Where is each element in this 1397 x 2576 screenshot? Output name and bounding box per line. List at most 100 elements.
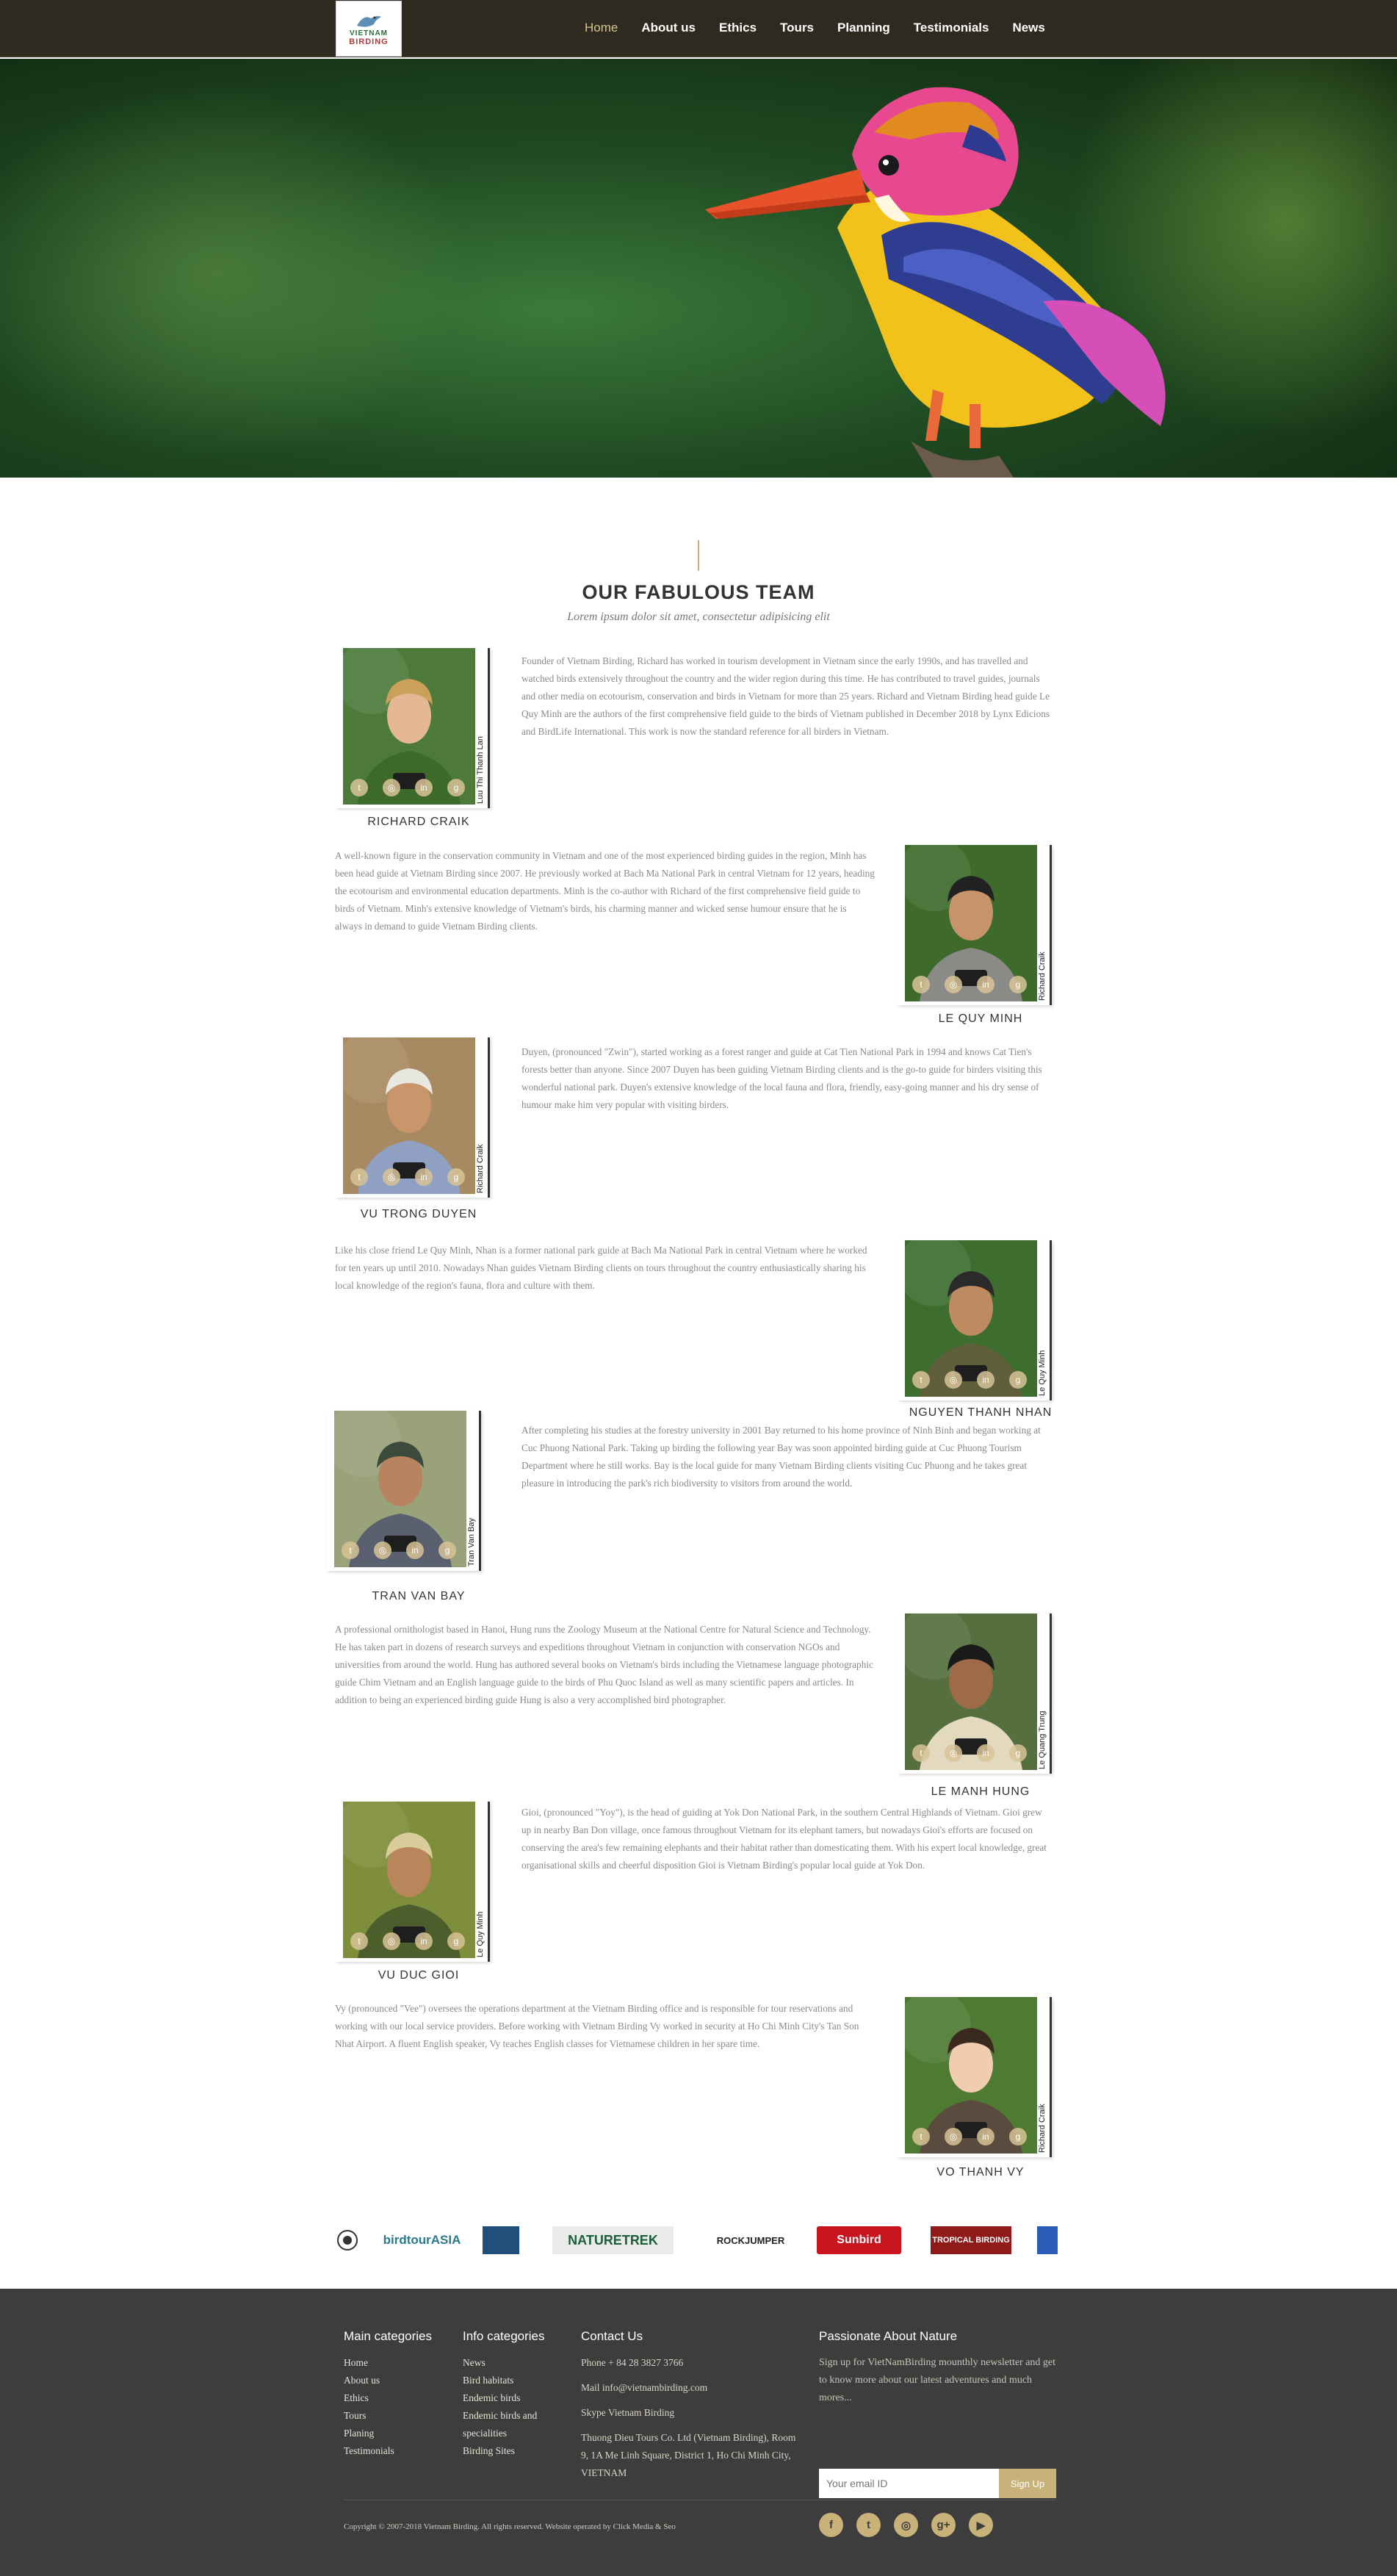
footer-skype[interactable]: Skype Vietnam Birding — [581, 2404, 801, 2422]
logo-text-line2: BIRDING — [349, 37, 389, 46]
footer-link-birding-sites[interactable]: Birding Sites — [463, 2442, 545, 2460]
footer-newsletter-title: Passionate About Nature — [819, 2329, 958, 2343]
linkedin-icon[interactable]: in — [415, 1168, 433, 1186]
photo-credit: Richard Craik — [1038, 951, 1047, 1001]
newsletter-signup-button[interactable]: Sign Up — [999, 2469, 1056, 2498]
linkedin-icon[interactable]: in — [977, 1371, 994, 1389]
nav-news[interactable]: News — [1000, 21, 1056, 35]
member-photo-card: Le Quang Trung t ◎ in g — [898, 1613, 1052, 1774]
linkedin-icon[interactable]: in — [977, 1744, 994, 1762]
footer-link-bird-habitats[interactable]: Bird habitats — [463, 2372, 545, 2389]
twitter-icon[interactable]: t — [342, 1541, 359, 1559]
footer-link-testimonials[interactable]: Testimonials — [344, 2442, 432, 2460]
footer-link-about-us[interactable]: About us — [344, 2372, 432, 2389]
instagram-icon[interactable]: ◎ — [894, 2513, 918, 2537]
google-plus-icon[interactable]: g+ — [931, 2513, 956, 2537]
google-plus-icon[interactable]: g — [1009, 976, 1027, 993]
member-photo-card: Luu Thi Thanh Lan t ◎ in g — [336, 648, 490, 808]
footer-main-categories: Main categories Home About us Ethics Tou… — [344, 2329, 432, 2460]
footer-link-tours[interactable]: Tours — [344, 2407, 432, 2425]
google-plus-icon[interactable]: g — [447, 1168, 465, 1186]
title-divider — [698, 540, 699, 571]
partner-logo-sunbird[interactable]: Sunbird — [817, 2226, 901, 2254]
nav-about-us[interactable]: About us — [629, 21, 707, 35]
twitter-icon[interactable]: t — [856, 2513, 881, 2537]
member-photo-card: Le Quy Minh t ◎ in g — [336, 1802, 490, 1962]
site-logo[interactable]: VIETNAM BIRDING — [336, 1, 402, 57]
member-photo-card: Le Quy Minh t ◎ in g — [898, 1240, 1052, 1400]
google-plus-icon[interactable]: g — [1009, 2128, 1027, 2145]
top-navbar: VIETNAM BIRDING Home About us Ethics Tou… — [0, 0, 1397, 57]
youtube-icon[interactable]: ▶ — [969, 2513, 993, 2537]
page: VIETNAM BIRDING Home About us Ethics Tou… — [0, 0, 1397, 2576]
google-plus-icon[interactable]: g — [1009, 1744, 1027, 1762]
partner-logo-seal[interactable] — [336, 2226, 359, 2254]
linkedin-icon[interactable]: in — [977, 976, 994, 993]
google-plus-icon[interactable]: g — [1009, 1371, 1027, 1389]
member-social-links: t ◎ in g — [350, 1932, 465, 1950]
partner-logo-birdtourasia[interactable]: birdtourASIA — [365, 2226, 479, 2254]
twitter-icon[interactable]: t — [912, 1371, 930, 1389]
instagram-icon[interactable]: ◎ — [383, 1932, 400, 1950]
footer-link-endemic-birds[interactable]: Endemic birds — [463, 2389, 545, 2407]
google-plus-icon[interactable]: g — [438, 1541, 456, 1559]
partner-logo-blue-square[interactable] — [1037, 2226, 1058, 2254]
footer-link-news[interactable]: News — [463, 2354, 545, 2372]
partner-logo-blue-badge[interactable] — [483, 2226, 519, 2254]
member-social-links: t ◎ in g — [912, 2128, 1027, 2145]
linkedin-icon[interactable]: in — [415, 779, 433, 796]
partner-logo-naturetrek[interactable]: NATURETREK — [552, 2226, 674, 2254]
nav-planning[interactable]: Planning — [826, 21, 902, 35]
instagram-icon[interactable]: ◎ — [945, 1371, 962, 1389]
nav-tours[interactable]: Tours — [768, 21, 826, 35]
instagram-icon[interactable]: ◎ — [383, 1168, 400, 1186]
member-social-links: t ◎ in g — [350, 1168, 465, 1186]
instagram-icon[interactable]: ◎ — [374, 1541, 391, 1559]
section-title: OUR FABULOUS TEAM — [582, 581, 815, 603]
nav-home[interactable]: Home — [573, 21, 629, 35]
footer-contact: Contact Us Phone + 84 28 3827 3766 Mail … — [581, 2329, 801, 2482]
google-plus-icon[interactable]: g — [447, 779, 465, 796]
photo-credit: Richard Craik — [476, 1144, 485, 1193]
member-bio: Vy (pronounced "Vee") oversees the opera… — [335, 2003, 859, 2049]
nav-ethics[interactable]: Ethics — [707, 21, 768, 35]
instagram-icon[interactable]: ◎ — [945, 2128, 962, 2145]
footer-info-categories: Info categories News Bird habitats Endem… — [463, 2329, 545, 2460]
member-photo-card: Richard Craik t ◎ in g — [336, 1037, 490, 1198]
instagram-icon[interactable]: ◎ — [383, 779, 400, 796]
linkedin-icon[interactable]: in — [406, 1541, 424, 1559]
footer-link-ethics[interactable]: Ethics — [344, 2389, 432, 2407]
linkedin-icon[interactable]: in — [415, 1932, 433, 1950]
nav-testimonials[interactable]: Testimonials — [902, 21, 1001, 35]
google-plus-icon[interactable]: g — [447, 1932, 465, 1950]
footer-link-planing[interactable]: Planing — [344, 2425, 432, 2442]
footer-mail[interactable]: Mail info@vietnambirding.com — [581, 2379, 801, 2397]
partner-logo-rockjumper[interactable]: ROCKJUMPER — [707, 2226, 795, 2254]
twitter-icon[interactable]: t — [350, 1932, 368, 1950]
footer-newsletter: Passionate About Nature Sign up for Viet… — [819, 2329, 1061, 2505]
member-bio: A well-known figure in the conservation … — [335, 850, 875, 932]
footer-link-home[interactable]: Home — [344, 2354, 432, 2372]
footer-info-categories-title: Info categories — [463, 2329, 545, 2343]
member-social-links: t ◎ in g — [912, 1744, 1027, 1762]
instagram-icon[interactable]: ◎ — [945, 976, 962, 993]
hero-banner — [0, 59, 1397, 478]
photo-credit: Luu Thi Thanh Lan — [476, 736, 485, 804]
newsletter-email-input[interactable] — [819, 2469, 999, 2498]
footer-link-specialities[interactable]: specialities — [463, 2425, 545, 2442]
partner-logo-tropical-birding[interactable]: TROPICAL BIRDING — [931, 2226, 1011, 2254]
instagram-icon[interactable]: ◎ — [945, 1744, 962, 1762]
twitter-icon[interactable]: t — [912, 2128, 930, 2145]
footer-address: Thuong Dieu Tours Co. Ltd (Vietnam Birdi… — [581, 2432, 796, 2478]
member-social-links: t ◎ in g — [350, 779, 465, 796]
twitter-icon[interactable]: t — [912, 1744, 930, 1762]
member-name: VO THANH VY — [936, 2166, 1025, 2179]
linkedin-icon[interactable]: in — [977, 2128, 994, 2145]
twitter-icon[interactable]: t — [350, 1168, 368, 1186]
twitter-icon[interactable]: t — [912, 976, 930, 993]
footer-link-endemic-birds-and[interactable]: Endemic birds and — [463, 2407, 545, 2425]
twitter-icon[interactable]: t — [350, 779, 368, 796]
facebook-icon[interactable]: f — [819, 2513, 843, 2537]
member-social-links: t ◎ in g — [342, 1541, 456, 1559]
kingfisher-image — [705, 87, 1166, 478]
